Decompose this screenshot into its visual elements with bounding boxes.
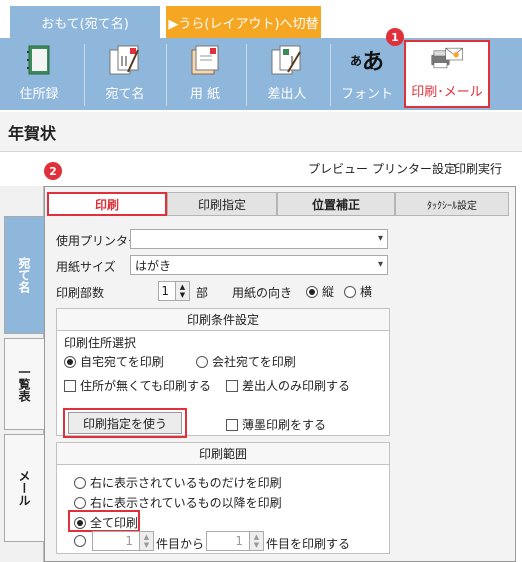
toolbar-label: 用 紙	[189, 87, 221, 102]
print-conditions-title: 印刷条件設定	[57, 309, 389, 331]
paper-size-label: 用紙サイズ	[56, 260, 116, 274]
home-address-label: 自宅宛てを印刷	[80, 355, 164, 369]
company-address-option[interactable]: 会社宛てを印刷	[196, 353, 296, 370]
checkbox-icon[interactable]	[226, 379, 238, 392]
tab-print[interactable]: 印刷	[47, 192, 167, 216]
side-tab-addressee[interactable]: 宛て名	[4, 216, 44, 334]
address-select-label: 印刷住所選択	[64, 336, 137, 350]
print-only-shown-option[interactable]: 右に表示されているものだけを印刷	[74, 474, 282, 491]
orientation-portrait-option[interactable]: 縦	[306, 283, 334, 300]
printer-label: 使用プリンター	[56, 234, 141, 248]
range-to-value: 1	[235, 534, 243, 548]
checkbox-icon[interactable]	[64, 379, 76, 392]
chevron-down-icon: ▾	[377, 233, 383, 244]
orientation-label: 用紙の向き	[232, 286, 293, 300]
tab-tack-seal[interactable]: ﾀｯｸｼｰﾙ設定	[395, 192, 509, 216]
spin-arrows-icon[interactable]: ▲ ▼	[139, 532, 153, 550]
thin-ink-label: 薄墨印刷をする	[242, 418, 327, 432]
address-book-icon	[22, 43, 56, 77]
range-from-value: 1	[125, 534, 133, 548]
copies-label: 印刷部数	[56, 286, 105, 300]
toolbar-addressee-button[interactable]: 宛て名	[90, 40, 160, 108]
copies-unit: 部	[196, 286, 209, 300]
print-range-title: 印刷範囲	[57, 443, 389, 465]
spin-arrows-icon[interactable]: ▲ ▼	[249, 532, 263, 550]
toolbar-label: 差出人	[267, 87, 307, 102]
tab-switch-back-layout[interactable]: ▶うら(レイアウト)へ切替	[166, 6, 321, 38]
print-without-address-label: 住所が無くても印刷する	[80, 379, 212, 393]
checkbox-icon[interactable]	[226, 418, 238, 431]
toolbar-divider	[166, 44, 167, 106]
print-range-option[interactable]	[74, 535, 86, 547]
sender-only-option[interactable]: 差出人のみ印刷する	[226, 377, 350, 394]
print-only-shown-label: 右に表示されているものだけを印刷	[90, 476, 282, 490]
range-to-label: 件目を印刷する	[266, 537, 351, 551]
sub-tab-bar: 印刷 印刷指定 位置補正 ﾀｯｸｼｰﾙ設定	[47, 192, 513, 216]
range-to-stepper[interactable]: 1 ▲ ▼	[206, 531, 264, 551]
font-icon: ああ	[349, 49, 385, 75]
toolbar-address-book-button[interactable]: 住所録	[6, 40, 72, 108]
toolbar-divider	[84, 44, 85, 106]
radio-icon[interactable]	[74, 496, 86, 509]
title-bar	[0, 112, 522, 152]
tab-position-adjust[interactable]: 位置補正	[277, 192, 395, 216]
print-after-shown-option[interactable]: 右に表示されているもの以降を印刷	[74, 494, 282, 511]
highlight-box	[63, 408, 187, 438]
orientation-landscape-option[interactable]: 横	[344, 283, 372, 300]
company-address-label: 会社宛てを印刷	[212, 355, 296, 369]
spin-arrows-icon[interactable]: ▲ ▼	[175, 282, 189, 300]
side-tab-mail[interactable]: メール	[4, 434, 44, 542]
radio-selected-icon[interactable]	[306, 285, 318, 298]
highlight-box	[68, 510, 140, 532]
thin-ink-option[interactable]: 薄墨印刷をする	[226, 416, 326, 433]
sender-icon	[270, 43, 304, 77]
toolbar-paper-button[interactable]: 用 紙	[170, 40, 240, 108]
main-toolbar: 住所録 宛て名 用 紙 差出人 ああ フォント 印刷･メール	[0, 38, 522, 110]
toolbar-divider	[246, 44, 247, 106]
orientation-portrait-label: 縦	[322, 285, 335, 299]
printer-select[interactable]: ▾	[130, 229, 388, 249]
radio-icon[interactable]	[196, 355, 208, 368]
range-from-label: 件目から	[156, 537, 205, 551]
printer-settings-link[interactable]: プリンター設定	[372, 160, 456, 177]
print-run-link[interactable]: 印刷実行	[454, 160, 502, 177]
orientation-landscape-label: 横	[360, 285, 373, 299]
toolbar-print-mail-button[interactable]: 印刷･メール	[404, 40, 490, 108]
radio-icon[interactable]	[74, 476, 86, 489]
toolbar-font-button[interactable]: ああ フォント	[334, 40, 400, 108]
radio-icon[interactable]	[344, 285, 356, 298]
paper-size-select[interactable]: はがき ▾	[130, 255, 388, 275]
envelope-pen-icon	[108, 43, 142, 77]
page-title: 年賀状	[8, 124, 57, 143]
printer-mail-icon	[430, 41, 464, 75]
radio-selected-icon[interactable]	[64, 355, 76, 368]
toolbar-label: 印刷･メール	[411, 85, 483, 100]
toolbar-label: 住所録	[19, 87, 59, 102]
side-tab-bar: 宛て名 一覧表 メール	[0, 186, 44, 562]
copies-stepper[interactable]: 1 ▲ ▼	[158, 281, 190, 301]
print-without-address-option[interactable]: 住所が無くても印刷する	[64, 377, 211, 394]
preview-link[interactable]: プレビュー	[308, 160, 368, 177]
side-tab-list[interactable]: 一覧表	[4, 338, 44, 430]
annotation-badge-2: 2	[44, 162, 62, 180]
paper-size-value: はがき	[135, 258, 172, 273]
toolbar-label: 宛て名	[105, 87, 145, 102]
annotation-badge-1: 1	[386, 28, 404, 46]
toolbar-sender-button[interactable]: 差出人	[250, 40, 324, 108]
sender-only-label: 差出人のみ印刷する	[242, 379, 351, 393]
toolbar-label: フォント	[340, 87, 393, 102]
range-from-stepper[interactable]: 1 ▲ ▼	[92, 531, 154, 551]
tab-print-spec[interactable]: 印刷指定	[167, 192, 277, 216]
toolbar-divider	[330, 44, 331, 106]
print-after-shown-label: 右に表示されているもの以降を印刷	[90, 496, 282, 510]
radio-icon[interactable]	[74, 535, 86, 547]
paper-icon	[188, 43, 222, 77]
chevron-down-icon: ▾	[377, 259, 383, 270]
tab-front-address[interactable]: おもて(宛て名)	[10, 6, 160, 38]
copies-value: 1	[161, 284, 169, 298]
home-address-option[interactable]: 自宅宛てを印刷	[64, 353, 164, 370]
